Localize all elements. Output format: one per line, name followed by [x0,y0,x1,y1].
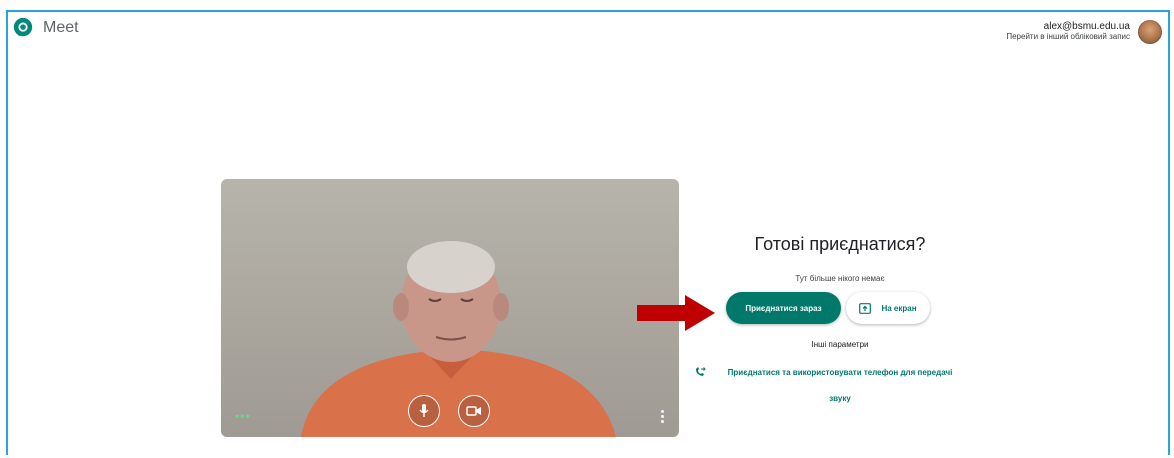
join-now-button[interactable]: Приєднатися зараз [726,292,841,324]
meet-logo-icon[interactable] [12,17,34,39]
videocam-icon [466,406,481,416]
microphone-button[interactable] [408,395,440,427]
switch-account-link[interactable]: Перейти в інший обліковий запис [1006,32,1130,42]
phone-audio-label-line1: Приєднатися та використовувати телефон д… [727,368,953,377]
other-options-label: Інші параметри [811,340,869,349]
present-to-all-icon [859,302,872,314]
camera-preview: ••• [221,179,679,437]
app-name[interactable]: Meet [43,19,79,37]
present-button-label: На екран [881,303,917,313]
phone-audio-link[interactable]: Приєднатися та використовувати телефон д… [690,360,990,412]
red-arrow-annotation [637,295,715,331]
avatar[interactable] [1138,20,1162,44]
present-button[interactable]: На екран [846,292,930,324]
app-header: Meet [12,17,79,39]
microphone-icon [419,404,429,417]
participants-status: Тут більше нікого немає [795,274,885,283]
more-vert-icon[interactable] [661,408,665,425]
account-info: alex@bsmu.edu.ua Перейти в інший обліков… [1006,22,1130,42]
account-email: alex@bsmu.edu.ua [1043,21,1130,32]
camera-button[interactable] [458,395,490,427]
more-options-left-icon[interactable]: ••• [235,409,251,423]
phone-forwarded-icon [696,367,706,376]
phone-audio-label-line2: звуку [829,394,851,403]
ready-to-join-title: Готові приєднатися? [754,234,926,254]
self-view-video [301,241,616,437]
